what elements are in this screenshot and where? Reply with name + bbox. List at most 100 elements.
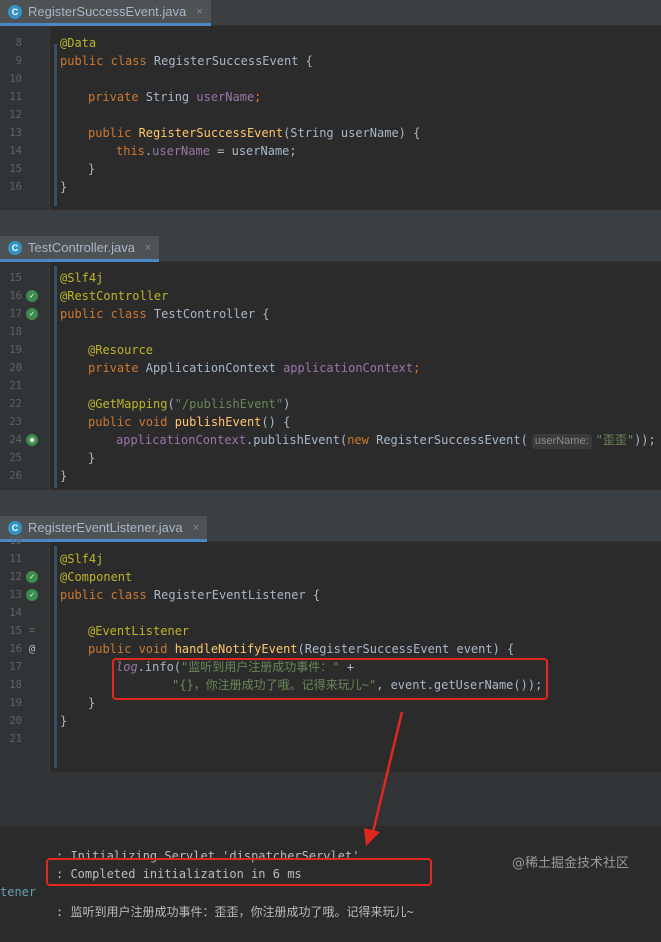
code-area[interactable]: 8 @Data 9 public class RegisterSuccessEven… (0, 34, 661, 196)
spring-bean-icon[interactable]: ✓ (26, 290, 38, 302)
code-line: 20 private ApplicationContext application… (0, 359, 661, 377)
code-token: ; (413, 361, 421, 375)
line-number: 16 (9, 643, 22, 655)
java-class-icon: C (8, 4, 22, 19)
code-line: 13 ✓ public class RegisterEventListener { (0, 586, 661, 604)
code-line: 10 (0, 70, 661, 88)
code-token: ( (167, 397, 175, 411)
code-token: public void (88, 415, 175, 429)
spring-bean-icon[interactable]: ✓ (26, 589, 38, 601)
code-line: 24 ◉ applicationContext.publishEvent(new R… (0, 431, 661, 449)
code-line: 16} (0, 178, 661, 196)
line-number: 12 (9, 571, 22, 583)
code-line: 16 @ public void handleNotifyEvent(Registe… (0, 640, 661, 658)
panel-separator (0, 490, 661, 516)
code-line: 26} (0, 467, 661, 485)
code-text: @Data (60, 36, 97, 50)
code-text: } (88, 162, 96, 176)
line-number: 10 (9, 535, 22, 547)
code-token: String (145, 90, 197, 104)
console-logger-name: tener (0, 885, 37, 899)
tab-label: RegisterSuccessEvent.java (28, 4, 187, 19)
code-token: public class (60, 588, 154, 602)
code-token: .publishEvent( (246, 433, 348, 447)
code-token: (String userName) { (283, 126, 421, 140)
watermark: @稀土掘金技术社区 (512, 856, 630, 871)
line-number: 10 (9, 73, 22, 85)
code-line: 21 (0, 377, 661, 395)
code-line: 14 this.userName = userName; (0, 142, 661, 160)
code-token: "/publishEvent" (174, 397, 284, 411)
code-token: RegisterEventListener { (153, 588, 321, 602)
tab-label: TestController.java (28, 240, 135, 255)
line-number: 19 (9, 697, 22, 709)
line-number: 13 (9, 589, 22, 601)
line-number: 21 (9, 733, 22, 745)
code-token: "歪歪" (595, 433, 635, 447)
line-number: 15 (9, 163, 22, 175)
code-area[interactable]: 10 11 @Slf4j 12 ✓ @Component 13 ✓ public clas… (0, 532, 661, 748)
tab-bar: C TestController.java × (0, 236, 661, 262)
code-line: 23 public void publishEvent() { (0, 413, 661, 431)
line-number: 23 (9, 416, 22, 428)
code-token: public void (88, 642, 175, 656)
code-line: 15} (0, 160, 661, 178)
code-line: 16 ✓ @RestController (0, 287, 661, 305)
code-text: @RestController (60, 289, 169, 303)
navigate-listener-icon[interactable]: ◉ (26, 434, 38, 446)
code-text: } (60, 714, 68, 728)
code-token: TestController { (153, 307, 270, 321)
line-number: 13 (9, 127, 22, 139)
code-area[interactable]: 15 @Slf4j 16 ✓ @RestController 17 ✓ public cl… (0, 269, 661, 485)
code-line: 11 private String userName; (0, 88, 661, 106)
tab-register-success-event[interactable]: C RegisterSuccessEvent.java × (0, 0, 211, 26)
editor-panel-register-success-event: C RegisterSuccessEvent.java × 8 @Data 9 pu… (0, 0, 661, 210)
line-number: 20 (9, 715, 22, 727)
code-token: public class (60, 54, 154, 68)
code-token: () { (261, 415, 291, 429)
code-line: 21 (0, 730, 661, 748)
line-number: 16 (9, 290, 22, 302)
code-token: = userName; (209, 144, 297, 158)
line-number: 15 (9, 625, 22, 637)
log-statement-highlight (112, 658, 548, 700)
spring-bean-icon[interactable]: ✓ (26, 571, 38, 583)
code-line: 12 ✓ @Component (0, 568, 661, 586)
code-line: 22 @GetMapping("/publishEvent") (0, 395, 661, 413)
code-line: 18 (0, 323, 661, 341)
code-token: private (88, 90, 146, 104)
code-token: )); (634, 433, 656, 447)
code-token: private (88, 361, 146, 375)
line-number: 18 (9, 679, 22, 691)
code-token: ApplicationContext (145, 361, 284, 375)
code-line: 13 public RegisterSuccessEvent(String use… (0, 124, 661, 142)
code-text: } (88, 696, 96, 710)
line-number: 9 (15, 55, 22, 67)
tab-test-controller[interactable]: C TestController.java × (0, 236, 160, 262)
code-token: userName (152, 144, 210, 158)
line-number: 16 (9, 181, 22, 193)
code-token: applicationContext (116, 433, 247, 447)
code-text: } (88, 451, 96, 465)
code-token: RegisterSuccessEvent( (376, 433, 528, 447)
parameter-hint: userName: (531, 434, 592, 449)
code-token: handleNotifyEvent (174, 642, 298, 656)
java-class-icon: C (8, 240, 22, 255)
tab-bar: C RegisterSuccessEvent.java × (0, 0, 661, 26)
line-number: 26 (9, 470, 22, 482)
close-icon[interactable]: × (196, 6, 202, 18)
event-listener-icon[interactable]: ⌗ (26, 625, 38, 637)
editor-panel-register-event-listener: C RegisterEventListener.java × 10 11 @Slf… (0, 516, 661, 772)
spring-bean-icon[interactable]: ✓ (26, 308, 38, 320)
panel-separator (0, 210, 661, 236)
line-number: 17 (9, 661, 22, 673)
code-line: 9 public class RegisterSuccessEvent { (0, 52, 661, 70)
line-number: 20 (9, 362, 22, 374)
code-token: applicationContext (283, 361, 414, 375)
line-number: 18 (9, 326, 22, 338)
event-publisher-icon[interactable]: @ (26, 643, 38, 655)
close-icon[interactable]: × (145, 242, 151, 254)
editor-panel-test-controller: C TestController.java × 15 @Slf4j 16 ✓ @Res… (0, 236, 661, 490)
line-number: 24 (9, 434, 22, 446)
code-token: ) (283, 397, 291, 411)
